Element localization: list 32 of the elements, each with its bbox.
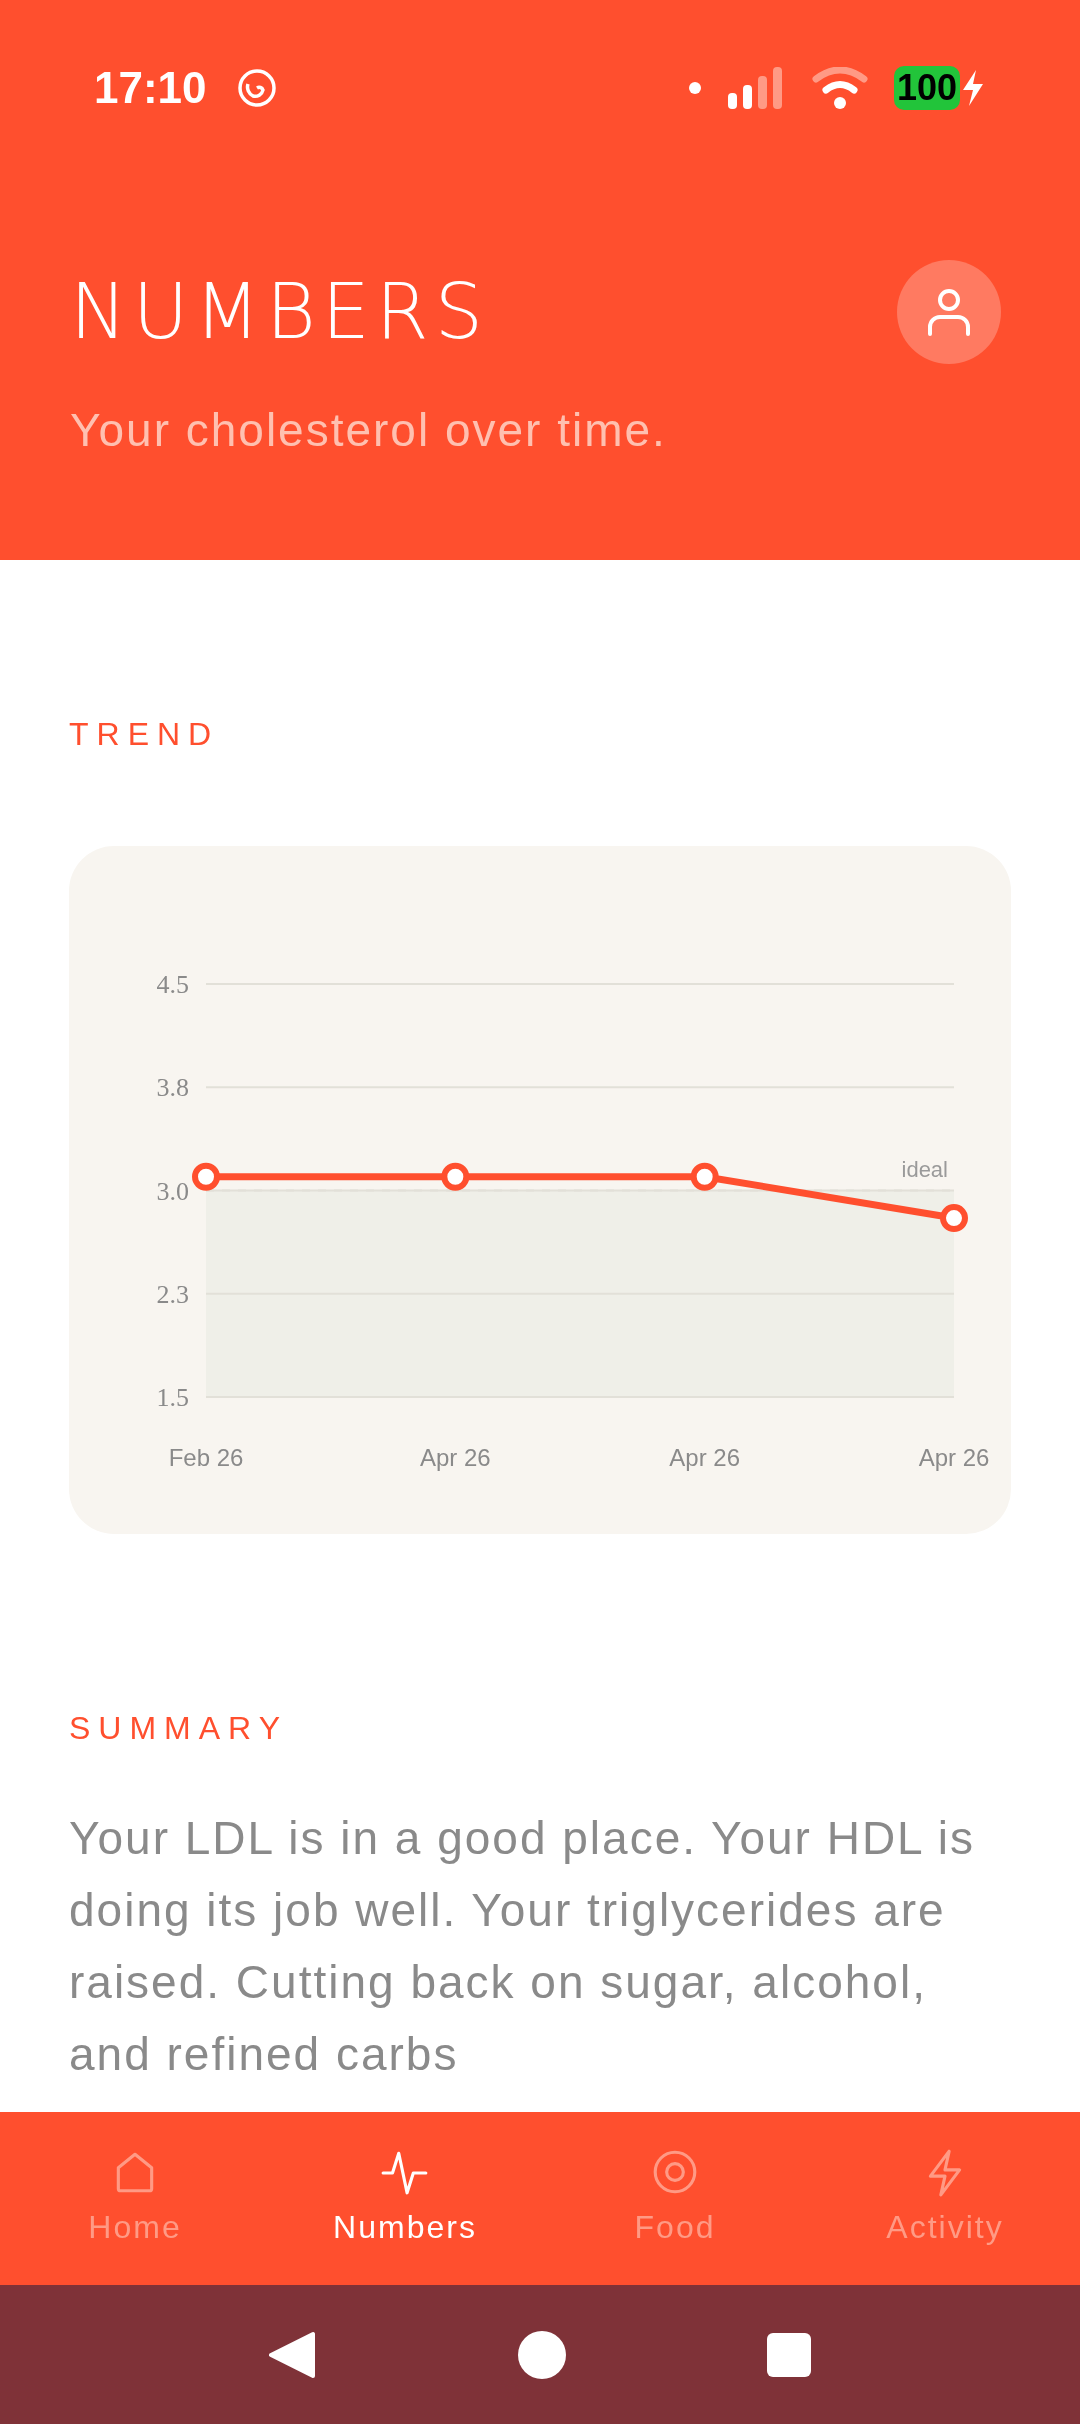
- dot-icon: [687, 80, 702, 95]
- recents-icon[interactable]: [767, 2332, 811, 2377]
- axis-label: 3.8: [156, 1073, 189, 1103]
- summary-text: Your LDL is in a good place. Your HDL is doing its job well. Your triglycerides are raised. Cutting back on sugar, alcohol, and refined carbs: [69, 1811, 976, 2082]
- section-heading: TREND: [69, 716, 220, 752]
- nav-tab[interactable]: Activity: [810, 2112, 1080, 2285]
- section-heading: SUMMARY: [69, 1710, 288, 1746]
- axis-label: Apr 26: [918, 1444, 990, 1471]
- nav-tab[interactable]: Home: [0, 2112, 270, 2285]
- data-point: [441, 1162, 470, 1191]
- back-icon[interactable]: [269, 2329, 317, 2380]
- nav-tab[interactable]: Food: [540, 2112, 810, 2285]
- axis-label: 2.3: [156, 1279, 189, 1309]
- home-circle-icon[interactable]: [517, 2329, 567, 2380]
- data-point: [690, 1162, 719, 1191]
- data-point: [192, 1162, 220, 1191]
- spiral-icon: [236, 67, 277, 108]
- battery-level: 100: [893, 65, 960, 110]
- person-icon: [926, 287, 972, 337]
- axis-label: 3.0: [156, 1176, 189, 1206]
- status-time: 17:10: [94, 61, 207, 114]
- axis-label: Feb 26: [168, 1444, 244, 1471]
- axis-label: Apr 26: [669, 1444, 741, 1471]
- wifi-icon: [811, 66, 868, 109]
- axis-label: Apr 26: [419, 1444, 491, 1471]
- data-point: [940, 1204, 968, 1233]
- axis-label: 4.5: [156, 970, 189, 999]
- band-label: ideal: [901, 1156, 948, 1182]
- page-subtitle: Your cholesterol over time.: [70, 404, 667, 456]
- nav-tab[interactable]: Numbers: [270, 2112, 540, 2285]
- axis-label: 1.5: [156, 1383, 189, 1412]
- page-title: NUMBERS: [70, 274, 489, 350]
